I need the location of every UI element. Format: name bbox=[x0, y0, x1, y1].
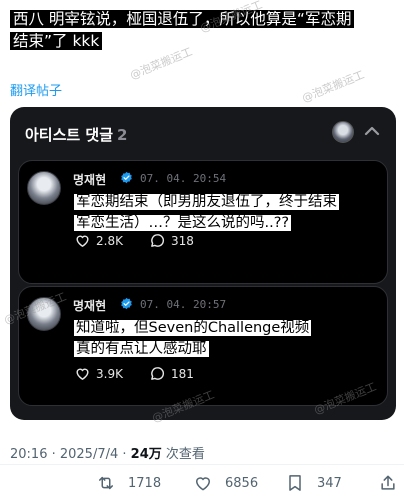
share-icon bbox=[381, 475, 395, 490]
like-stat[interactable]: 3.9K bbox=[74, 365, 123, 382]
divider bbox=[0, 464, 404, 465]
avatar[interactable] bbox=[27, 297, 61, 331]
comment-body: 知道啦，但Seven的Challenge视频 真的有点让人感动耶 bbox=[74, 318, 374, 360]
avatar[interactable] bbox=[27, 171, 61, 205]
like-count: 3.9K bbox=[96, 366, 123, 381]
comment-stats: 3.9K 181 bbox=[74, 365, 220, 382]
post-meta: 20:16 · 2025/7/4 · 24万 次查看 bbox=[10, 443, 205, 462]
like-stat[interactable]: 2.8K bbox=[74, 232, 123, 249]
heart-icon bbox=[76, 235, 89, 247]
artist-comments-count: 2 bbox=[117, 126, 128, 144]
comment-card: 명재현 07. 04. 20:54 军恋期结束（即男朋友退伍了，终于结束 军恋生… bbox=[18, 160, 388, 284]
heart-icon bbox=[76, 368, 89, 380]
comment-body: 军恋期结束（即男朋友退伍了，终于结束 军恋生活）…？是这么说的吗..?? bbox=[74, 192, 374, 234]
comment-author[interactable]: 명재현 bbox=[73, 171, 106, 188]
bookmark-icon bbox=[289, 475, 301, 491]
comment-stats: 2.8K 318 bbox=[74, 232, 220, 249]
retweet-count: 1718 bbox=[128, 475, 162, 491]
post-text-line1: 西八 明宰铉说，桠国退伍了，所以他算是“军恋期 bbox=[10, 10, 355, 28]
chevron-up-icon[interactable] bbox=[362, 121, 382, 141]
reply-count: 318 bbox=[170, 233, 194, 248]
view-count: 24万 bbox=[130, 447, 162, 462]
share-button[interactable] bbox=[378, 473, 404, 493]
comment-time: 07. 04. 20:57 bbox=[140, 298, 227, 311]
heart-icon bbox=[195, 477, 211, 491]
bookmark-count: 347 bbox=[317, 475, 342, 491]
reply-stat[interactable]: 318 bbox=[149, 232, 194, 249]
artist-comments-header: 아티스트 댓글 2 bbox=[25, 124, 127, 145]
translate-post-link[interactable]: 翻译帖子 bbox=[10, 80, 62, 99]
verified-badge-icon bbox=[121, 297, 132, 310]
post-text-line2: 结束”了 kkk bbox=[10, 32, 103, 50]
watermark: @泡菜搬运工 bbox=[300, 68, 367, 105]
artist-comments-card: 아티스트 댓글 2 명재현 07. 04. 20:54 军恋期结束（即男朋友退伍了… bbox=[10, 107, 396, 420]
retweet-button[interactable]: 1718 bbox=[96, 473, 161, 493]
like-button[interactable]: 6856 bbox=[193, 473, 258, 493]
comment-body-line1: 知道啦，但Seven的Challenge视频 bbox=[74, 320, 312, 336]
artist-comments-title: 아티스트 댓글 bbox=[25, 126, 114, 144]
comment-bubble-icon bbox=[151, 234, 164, 247]
bookmark-button[interactable]: 347 bbox=[285, 473, 342, 493]
post-time: 20:16 · 2025/7/4 · bbox=[10, 447, 131, 462]
comment-time: 07. 04. 20:54 bbox=[140, 172, 227, 185]
comment-bubble-icon bbox=[151, 367, 164, 380]
like-count: 2.8K bbox=[96, 233, 123, 248]
view-label: 次查看 bbox=[161, 447, 205, 462]
comment-author[interactable]: 명재현 bbox=[73, 297, 106, 314]
comment-body-line1: 军恋期结束（即男朋友退伍了，终于结束 bbox=[74, 194, 339, 210]
verified-badge-icon bbox=[121, 171, 132, 184]
action-bar: 1718 6856 347 bbox=[0, 473, 404, 497]
comment-card: 명재현 07. 04. 20:57 知道啦，但Seven的Challenge视频… bbox=[18, 286, 388, 406]
post-text: 西八 明宰铉说，桠国退伍了，所以他算是“军恋期 结束”了 kkk bbox=[10, 8, 400, 52]
comment-body-line2: 真的有点让人感动耶 bbox=[74, 341, 209, 357]
comment-body-line2: 军恋生活）…？是这么说的吗..?? bbox=[74, 215, 292, 231]
like-count: 6856 bbox=[225, 475, 259, 491]
reply-count: 181 bbox=[170, 366, 194, 381]
reply-stat[interactable]: 181 bbox=[149, 365, 194, 382]
retweet-icon bbox=[99, 476, 113, 490]
header-avatar[interactable] bbox=[332, 121, 354, 143]
